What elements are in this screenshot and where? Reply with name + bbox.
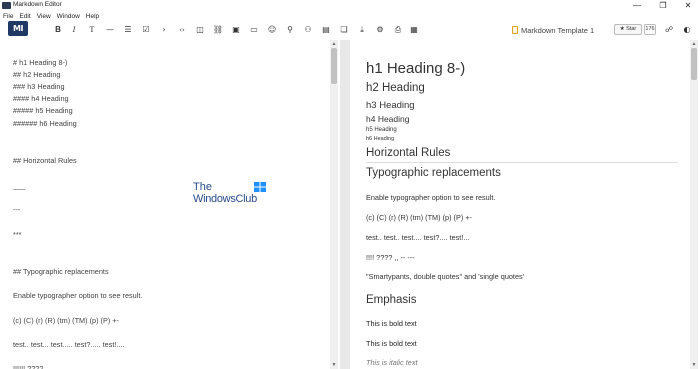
document-icon <box>512 26 518 34</box>
download-button[interactable]: ⤓ <box>356 24 368 36</box>
toolbar: MI B I T — ☰ ☑ › ‹› ◫ ⛓ ▣ ▭ ☺ ⚲ ⚇ ▤ ❏ ⤓ … <box>0 20 700 40</box>
markdown-preview: h1 Heading 8-) h2 Heading h3 Heading h4 … <box>350 40 700 369</box>
preview-paragraph: !!!! ???? ,, -- --- <box>366 253 415 262</box>
preview-paragraph: test.. test.. test.... test?.... test!..… <box>366 233 470 242</box>
markdown-editor[interactable]: # h1 Heading 8-) ## h2 Heading ### h3 Head… <box>0 40 340 369</box>
bullet-list-button[interactable]: ☰ <box>122 24 134 36</box>
users-button[interactable]: ⚇ <box>302 24 314 36</box>
preview-italic-text: This is italic text <box>366 358 418 367</box>
watermark-line2: WindowsClub <box>193 193 257 205</box>
star-count-badge: 176 <box>644 24 656 35</box>
preview-h5: h5 Heading <box>366 127 397 133</box>
watermark-line1: The <box>193 181 212 193</box>
title-bar: Markdown Editor — ❐ ✕ <box>0 0 700 12</box>
editor-line[interactable]: ### h3 Heading <box>13 82 65 91</box>
save-button[interactable]: ▦ <box>408 24 420 36</box>
document-title[interactable]: Markdown Template 1 <box>512 24 594 36</box>
scroll-down-icon[interactable]: ▼ <box>330 361 338 369</box>
scroll-up-icon[interactable]: ▲ <box>330 40 338 48</box>
columns-button[interactable]: ◫ <box>194 24 206 36</box>
preview-h1: h1 Heading 8-) <box>366 60 466 77</box>
editor-line[interactable]: ## h2 Heading <box>13 70 60 79</box>
editor-line[interactable]: ## Typographic replacements <box>13 267 109 276</box>
preview-scroll-thumb[interactable] <box>691 48 697 80</box>
italic-button[interactable]: I <box>68 24 80 36</box>
preview-paragraph: Enable typographer option to see result. <box>366 193 496 202</box>
watermark-logo-icon <box>254 182 266 192</box>
preview-scrollbar[interactable]: ▲ ▼ <box>690 40 698 369</box>
github-icon[interactable]: ☍ <box>663 24 675 36</box>
editor-line[interactable]: *** <box>13 230 22 239</box>
code-button[interactable]: ‹› <box>176 24 188 36</box>
editor-line[interactable]: ###### h6 Heading <box>13 119 77 128</box>
watermark: The WindowsClub <box>193 181 273 209</box>
preview-divider <box>366 162 678 163</box>
emoji-button[interactable]: ☺ <box>266 24 278 36</box>
theme-toggle-icon[interactable]: ◐ <box>681 24 693 36</box>
link-button[interactable]: ⛓ <box>212 24 224 36</box>
editor-scrollbar[interactable]: ▲ ▼ <box>330 40 338 369</box>
checklist-button[interactable]: ☑ <box>140 24 152 36</box>
copy-button[interactable]: ❏ <box>338 24 350 36</box>
github-star-button[interactable]: ★ Star <box>614 24 642 35</box>
text-size-button[interactable]: T <box>86 24 98 36</box>
editor-line[interactable]: ___ <box>13 181 25 190</box>
editor-line[interactable]: ##### h5 Heading <box>13 106 73 115</box>
preview-h6: h6 Heading <box>366 136 395 142</box>
preview-bold-text: This is bold text <box>366 339 417 348</box>
editor-scroll-thumb[interactable] <box>331 48 337 84</box>
window-title: Markdown Editor <box>13 1 62 8</box>
scroll-down-icon[interactable]: ▼ <box>690 361 698 369</box>
preview-paragraph: (c) (C) (r) (R) (tm) (TM) (p) (P) +- <box>366 213 472 222</box>
quote-button[interactable]: › <box>158 24 170 36</box>
editor-line[interactable]: --- <box>13 205 20 214</box>
video-button[interactable]: ▭ <box>248 24 260 36</box>
preview-typographic-heading: Typographic replacements <box>366 167 501 179</box>
bold-button[interactable]: B <box>52 24 64 36</box>
image-button[interactable]: ▣ <box>230 24 242 36</box>
preview-emphasis-heading: Emphasis <box>366 294 417 306</box>
preview-horizontal-rules-heading: Horizontal Rules <box>366 147 451 159</box>
preview-bold-text: This is bold text <box>366 319 417 328</box>
print-button[interactable]: ⎙ <box>392 24 404 36</box>
close-button[interactable]: ✕ <box>677 0 699 12</box>
preview-h3: h3 Heading <box>366 100 415 111</box>
app-icon <box>2 2 11 9</box>
minimize-button[interactable]: — <box>626 0 648 12</box>
editor-line[interactable]: test.. test... test..... test?..... test… <box>13 340 125 349</box>
maximize-button[interactable]: ❐ <box>652 0 674 12</box>
editor-line[interactable]: Enable typographer option to see result. <box>13 291 142 300</box>
editor-line[interactable]: ## Horizontal Rules <box>13 156 77 165</box>
preview-h2: h2 Heading <box>366 82 425 94</box>
editor-line[interactable]: #### h4 Heading <box>13 94 69 103</box>
pane-splitter[interactable] <box>340 40 350 369</box>
scroll-up-icon[interactable]: ▲ <box>690 40 698 48</box>
app-logo: MI <box>8 21 28 36</box>
preview-h4: h4 Heading <box>366 114 410 124</box>
document-title-label: Markdown Template 1 <box>521 25 595 35</box>
editor-line[interactable]: !!!!!! ???? <box>13 364 43 369</box>
book-button[interactable]: ▤ <box>320 24 332 36</box>
preview-paragraph: "Smartypants, double quotes" and 'single… <box>366 272 525 281</box>
editor-line[interactable]: (c) (C) (r) (R) (tm) (TM) (p) (P) +- <box>13 316 119 325</box>
git-button[interactable]: ⚲ <box>284 24 296 36</box>
horizontal-rule-button[interactable]: — <box>104 24 116 36</box>
settings-button[interactable]: ⚙ <box>374 24 386 36</box>
editor-line[interactable]: # h1 Heading 8-) <box>13 58 67 67</box>
